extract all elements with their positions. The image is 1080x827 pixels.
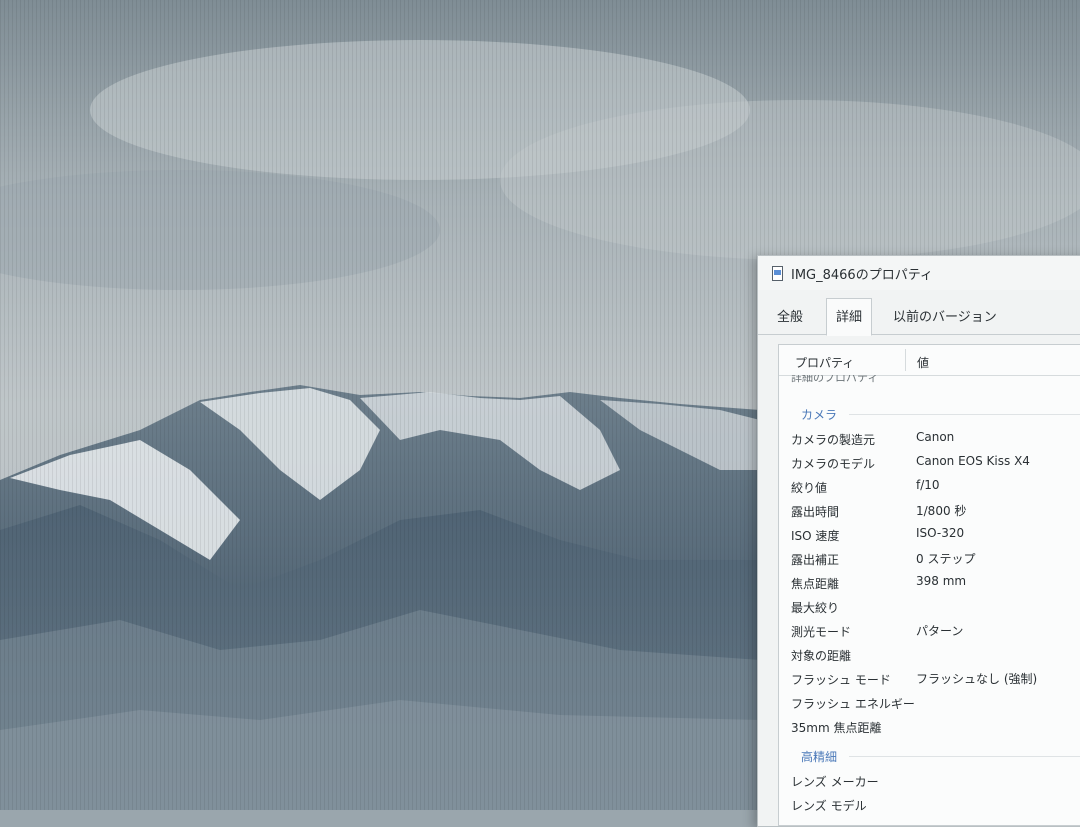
list-item[interactable]: 焦点距離 398 mm	[779, 570, 1080, 594]
property-value: Canon	[916, 430, 955, 444]
property-value: f/10	[916, 478, 940, 492]
section-camera[interactable]: カメラ	[779, 401, 1080, 425]
column-value[interactable]: 値	[917, 354, 929, 371]
tab-details[interactable]: 詳細	[826, 298, 873, 336]
property-name: カメラの製造元	[791, 433, 876, 447]
list-item[interactable]: 測光モード パターン	[779, 618, 1080, 642]
property-name: 対象の距離	[791, 649, 852, 663]
list-item[interactable]: 対象の距離	[779, 642, 1080, 666]
section-divider	[849, 756, 1080, 757]
property-value: 0 ステップ	[916, 552, 976, 566]
list-item[interactable]: フラッシュ モード フラッシュなし (強制)	[779, 666, 1080, 690]
details-list[interactable]: プロパティ 値 詳細のプロパティ カメラ カメラの製造元 Canon カメラのモ…	[778, 344, 1080, 826]
cut-off-row: 詳細のプロパティ	[791, 375, 879, 384]
property-name: 35mm 焦点距離	[791, 721, 882, 735]
list-item[interactable]: レンズ メーカー	[779, 768, 1080, 792]
section-advanced[interactable]: 高精細	[779, 743, 1080, 767]
section-camera-label: カメラ	[801, 408, 838, 422]
property-value: Canon EOS Kiss X4	[916, 454, 1030, 468]
property-name: フラッシュ エネルギー	[791, 697, 915, 711]
column-header: プロパティ 値	[779, 345, 1080, 376]
property-value: 398 mm	[916, 574, 967, 588]
column-divider[interactable]	[905, 349, 906, 371]
tab-strip: 全般 詳細 以前のバージョン	[758, 298, 1080, 336]
property-value: パターン	[916, 624, 964, 638]
list-item[interactable]: レンズ モデル	[779, 792, 1080, 816]
list-item[interactable]: フラッシュ エネルギー	[779, 690, 1080, 714]
column-property[interactable]: プロパティ	[795, 354, 854, 371]
list-item[interactable]: カメラの製造元 Canon	[779, 426, 1080, 450]
property-name: 露出補正	[791, 553, 840, 567]
list-item[interactable]: 35mm 焦点距離	[779, 714, 1080, 738]
property-name: レンズ メーカー	[791, 775, 879, 789]
list-item[interactable]: 露出時間 1/800 秒	[779, 498, 1080, 522]
property-value: 1/800 秒	[916, 504, 967, 518]
section-advanced-label: 高精細	[801, 750, 838, 764]
property-name: カメラのモデル	[791, 457, 876, 471]
property-name: 焦点距離	[791, 577, 840, 591]
tab-previous-versions[interactable]: 以前のバージョン	[884, 302, 1006, 334]
properties-dialog: IMG_8466のプロパティ 全般 詳細 以前のバージョン プロパティ 値 詳細…	[757, 255, 1080, 827]
dialog-titlebar[interactable]: IMG_8466のプロパティ	[758, 256, 1080, 290]
property-name: 露出時間	[791, 505, 840, 519]
property-name: 最大絞り	[791, 601, 840, 615]
list-item[interactable]: 最大絞り	[779, 594, 1080, 618]
tab-general[interactable]: 全般	[768, 302, 812, 334]
dialog-title: IMG_8466のプロパティ	[791, 267, 933, 283]
list-item[interactable]: 露出補正 0 ステップ	[779, 546, 1080, 570]
image-file-icon	[772, 265, 783, 281]
property-name: フラッシュ モード	[791, 673, 891, 687]
list-item[interactable]: 絞り値 f/10	[779, 474, 1080, 498]
list-item[interactable]: ISO 速度 ISO-320	[779, 522, 1080, 546]
property-name: 測光モード	[791, 625, 852, 639]
section-divider	[849, 414, 1080, 415]
property-value: ISO-320	[916, 526, 965, 540]
list-item[interactable]: カメラのモデル Canon EOS Kiss X4	[779, 450, 1080, 474]
property-name: レンズ モデル	[791, 799, 867, 813]
property-name: 絞り値	[791, 481, 828, 495]
property-value: フラッシュなし (強制)	[916, 672, 1038, 686]
property-name: ISO 速度	[791, 529, 840, 543]
